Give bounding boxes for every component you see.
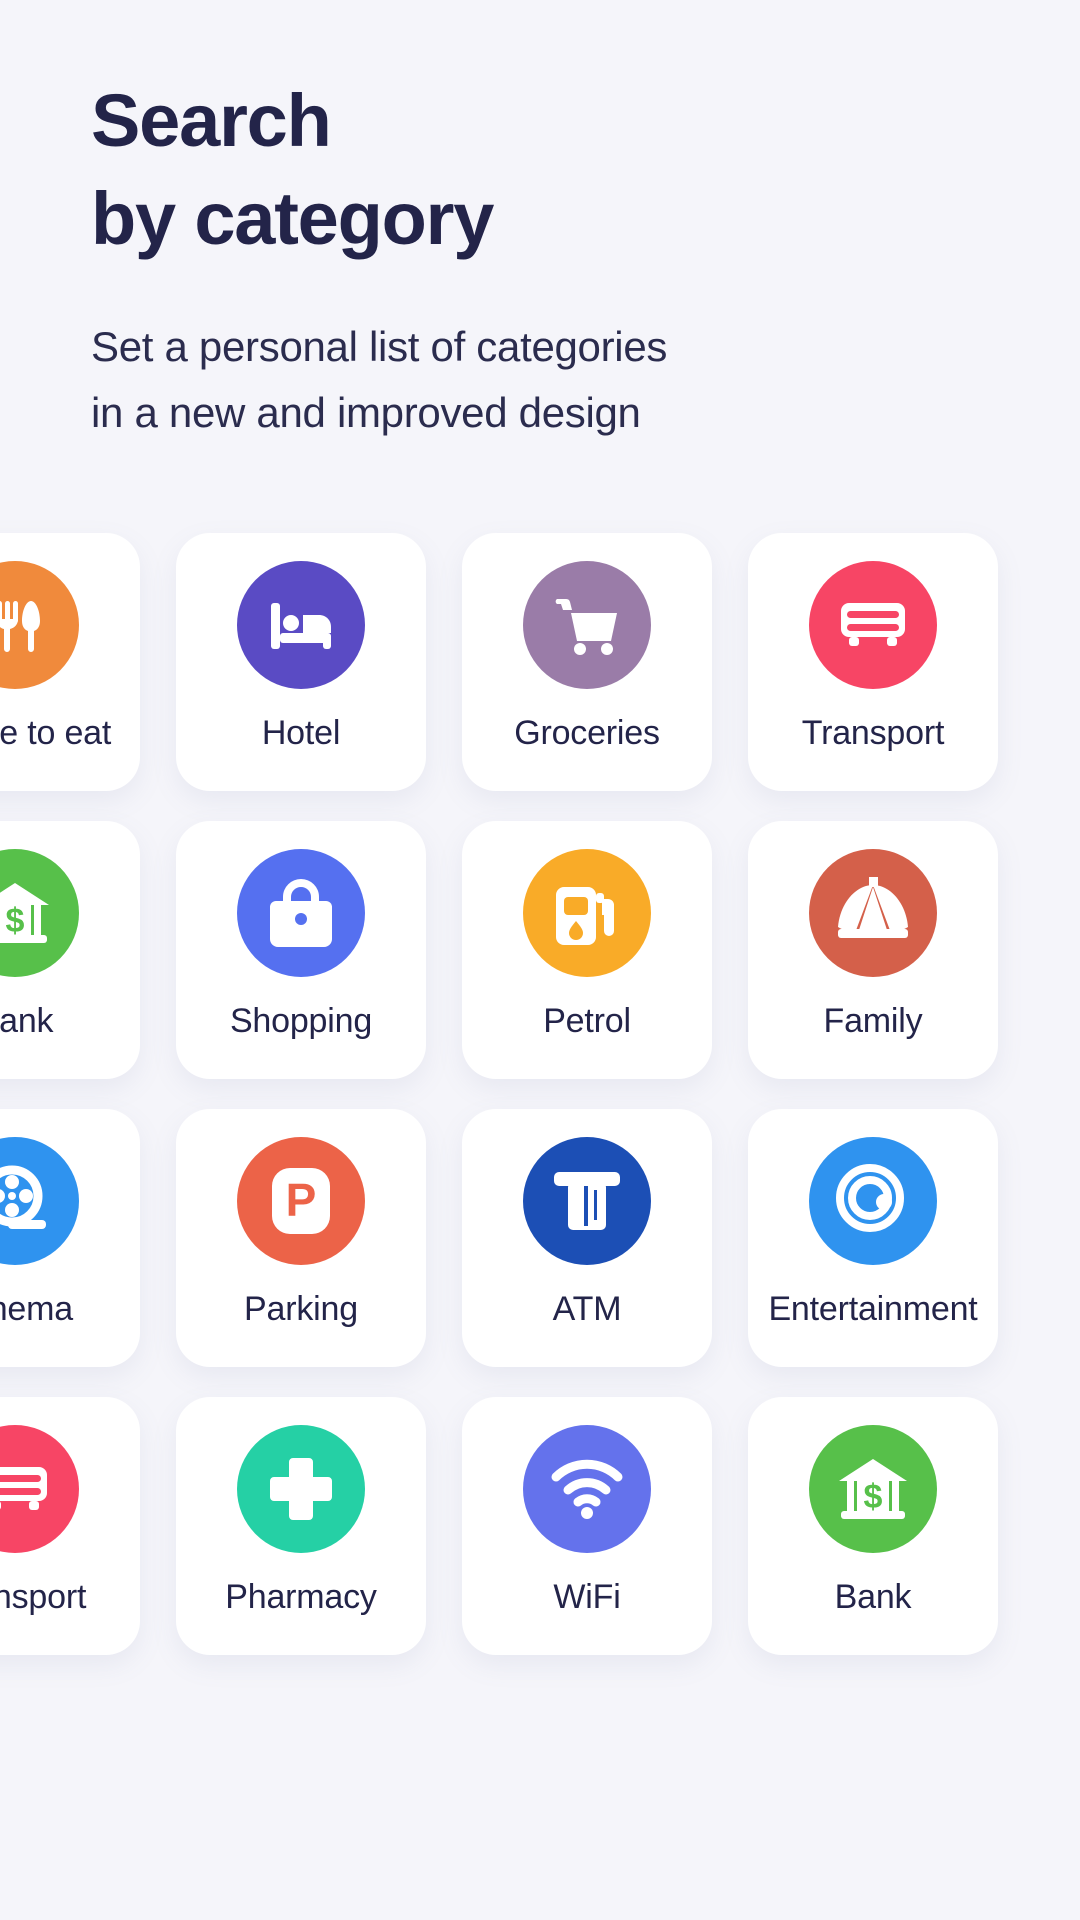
category-card[interactable]: Where to eat xyxy=(0,533,140,791)
category-card-label: ATM xyxy=(552,1290,622,1328)
shopping-bag-icon xyxy=(237,849,365,977)
category-card[interactable]: $ Bank xyxy=(748,1397,998,1655)
category-row: Transport Pharmacy WiFi $ Bank xyxy=(0,1397,1080,1687)
category-row: Cinema P Parking ATM Entertainment xyxy=(0,1109,1080,1399)
wifi-icon xyxy=(523,1425,651,1553)
category-card[interactable]: WiFi xyxy=(462,1397,712,1655)
category-card-label: Cinema xyxy=(0,1290,73,1328)
category-card-label: WiFi xyxy=(553,1578,621,1616)
category-card[interactable]: Family xyxy=(748,821,998,1079)
category-card-label: Pharmacy xyxy=(225,1578,377,1616)
page-subtitle: Set a personal list of categories in a n… xyxy=(91,268,991,446)
circus-tent-icon xyxy=(809,849,937,977)
category-card[interactable]: Cinema xyxy=(0,1109,140,1367)
category-card[interactable]: ATM xyxy=(462,1109,712,1367)
category-card-label: Groceries xyxy=(514,714,660,752)
category-card-label: Where to eat xyxy=(0,714,112,752)
category-card-label: Parking xyxy=(244,1290,358,1328)
fuel-pump-icon xyxy=(523,849,651,977)
bus-icon xyxy=(0,1425,79,1553)
page-subtitle-line-2: in a new and improved design xyxy=(91,389,641,436)
category-card[interactable]: $ Bank xyxy=(0,821,140,1079)
page-title-line-2: by category xyxy=(91,177,494,260)
category-card[interactable]: Hotel xyxy=(176,533,426,791)
category-card-label: Hotel xyxy=(261,714,341,752)
category-grid: Where to eat Hotel Groceries Transp xyxy=(0,533,1080,1685)
category-card-label: Shopping xyxy=(229,1002,373,1040)
page-title: Search by category xyxy=(91,72,991,268)
header: Search by category Set a personal list o… xyxy=(91,72,991,446)
category-card[interactable]: Petrol xyxy=(462,821,712,1079)
category-card-label: Transport xyxy=(801,714,945,752)
category-card[interactable]: Groceries xyxy=(462,533,712,791)
category-card[interactable]: P Parking xyxy=(176,1109,426,1367)
parking-icon: P xyxy=(237,1137,365,1265)
shopping-cart-icon xyxy=(523,561,651,689)
bank-icon: $ xyxy=(0,849,79,977)
bus-icon xyxy=(809,561,937,689)
category-card[interactable]: Shopping xyxy=(176,821,426,1079)
disc-icon xyxy=(809,1137,937,1265)
bank-icon: $ xyxy=(809,1425,937,1553)
cutlery-icon xyxy=(0,561,79,689)
bed-icon xyxy=(237,561,365,689)
page-subtitle-line-1: Set a personal list of categories xyxy=(91,323,668,370)
category-card-label: Bank xyxy=(834,1578,912,1616)
category-card-label: Family xyxy=(823,1002,923,1040)
category-card[interactable]: Transport xyxy=(0,1397,140,1655)
category-card[interactable]: Entertainment xyxy=(748,1109,998,1367)
svg-text:$: $ xyxy=(864,1478,883,1516)
film-reel-icon xyxy=(0,1137,79,1265)
category-card-label: Transport xyxy=(0,1578,87,1616)
category-row: Where to eat Hotel Groceries Transp xyxy=(0,533,1080,823)
cross-icon xyxy=(237,1425,365,1553)
atm-icon xyxy=(523,1137,651,1265)
category-card-label: Petrol xyxy=(543,1002,631,1040)
svg-text:P: P xyxy=(286,1174,317,1226)
svg-text:$: $ xyxy=(6,902,25,940)
category-card[interactable]: Transport xyxy=(748,533,998,791)
category-card[interactable]: Pharmacy xyxy=(176,1397,426,1655)
category-row: $ Bank Shopping Petrol Family xyxy=(0,821,1080,1111)
page-title-line-1: Search xyxy=(91,79,332,162)
category-search-screen: Search by category Set a personal list o… xyxy=(0,0,1080,1920)
category-card-label: Entertainment xyxy=(768,1290,978,1328)
category-card-label: Bank xyxy=(0,1002,54,1040)
